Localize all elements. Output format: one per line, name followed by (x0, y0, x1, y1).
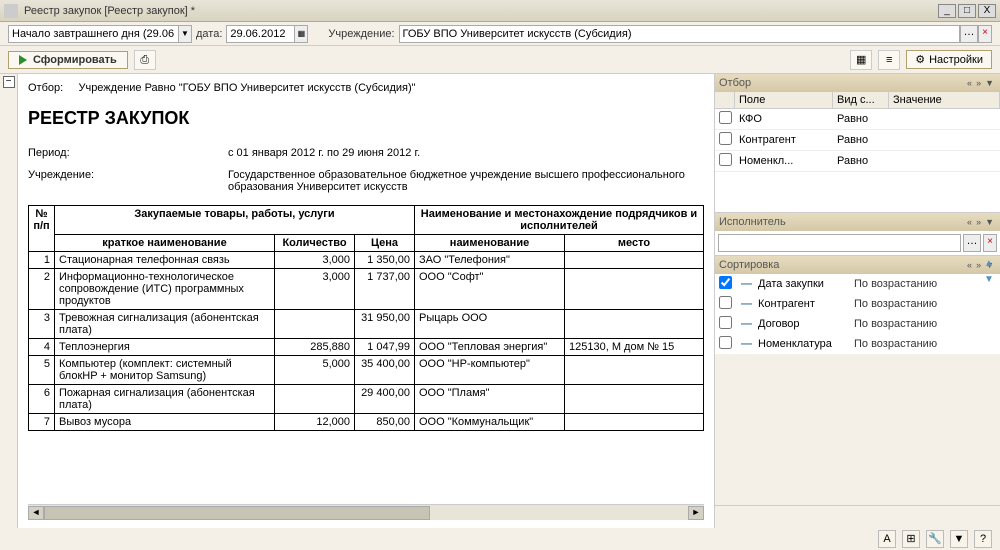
table-row[interactable]: 1Стационарная телефонная связь3,0001 350… (29, 252, 704, 269)
grid-button[interactable]: ▦ (850, 50, 872, 70)
filter-checkbox[interactable] (719, 132, 732, 145)
executor-clear-button[interactable]: × (983, 234, 997, 252)
date-dropdown[interactable]: ▦ (294, 25, 308, 43)
scroll-left[interactable]: ◄ (28, 506, 44, 520)
scroll-thumb[interactable] (44, 506, 430, 520)
sort-panel-header[interactable]: Сортировка «»▼ (715, 256, 1000, 274)
sort-row[interactable]: —КонтрагентПо возрастанию (715, 294, 1000, 314)
tool-2[interactable]: ⊞ (902, 530, 920, 548)
chevron-left-icon[interactable]: « (965, 78, 974, 88)
col-loc: место (565, 235, 704, 252)
inst-value: Государственное образовательное бюджетно… (228, 169, 704, 193)
titlebar: Реестр закупок [Реестр закупок] * _ □ X (0, 0, 1000, 22)
filter-row[interactable]: Номенкл...Равно (715, 151, 1000, 172)
gear-icon: ⚙ (915, 53, 925, 66)
report-scrollbar-horizontal[interactable]: ◄ ► (28, 504, 704, 520)
sort-checkbox[interactable] (719, 316, 732, 329)
sort-row[interactable]: —ДоговорПо возрастанию (715, 314, 1000, 334)
filter-panel-header[interactable]: Отбор « » ▼ (715, 74, 1000, 92)
report-table: № п/п Закупаемые товары, работы, услуги … (28, 205, 704, 431)
col-suppliers: Наименование и местонахождение подрядчик… (415, 206, 704, 235)
status-toolbar: A ⊞ 🔧 ▼ ? (878, 530, 992, 548)
sort-row[interactable]: —НоменклатураПо возрастанию (715, 334, 1000, 354)
collapse-toggle[interactable]: − (3, 76, 15, 88)
tool-3[interactable]: 🔧 (926, 530, 944, 548)
tool-1[interactable]: A (878, 530, 896, 548)
date-label: дата: (196, 28, 222, 40)
scroll-right[interactable]: ► (688, 506, 704, 520)
settings-label: Настройки (929, 54, 983, 66)
table-row[interactable]: 4Теплоэнергия285,8801 047,99ООО "Теплова… (29, 339, 704, 356)
col-no: № п/п (29, 206, 55, 252)
start-day-combo[interactable] (8, 25, 178, 43)
window-title: Реестр закупок [Реестр закупок] * (24, 5, 938, 17)
col-supname: наименование (415, 235, 565, 252)
parameter-bar: ▼ дата: ▦ Учреждение: … × (0, 22, 1000, 46)
filter-row[interactable]: КФОРавно (715, 109, 1000, 130)
toolbar: Сформировать ⎙ ▦ ≡ ⚙ Настройки (0, 46, 1000, 74)
filter-text: Учреждение Равно "ГОБУ ВПО Университет и… (78, 82, 415, 94)
executor-input[interactable] (718, 234, 961, 252)
table-row[interactable]: 5Компьютер (комплект: системный блокHP +… (29, 356, 704, 385)
filter-checkbox[interactable] (719, 153, 732, 166)
report-area[interactable]: Отбор: Учреждение Равно "ГОБУ ВПО Универ… (18, 74, 714, 528)
institution-label: Учреждение: (328, 28, 394, 40)
minimize-button[interactable]: _ (938, 4, 956, 18)
print-button[interactable]: ⎙ (134, 50, 156, 70)
chevron-right-icon[interactable]: » (974, 78, 983, 88)
sort-move-down[interactable]: ▼ (982, 274, 996, 288)
play-icon (19, 55, 27, 65)
settings-panel: Отбор « » ▼ Поле Вид с... Значение КФОРа… (714, 74, 1000, 528)
col-qty: Количество (275, 235, 355, 252)
report-title: РЕЕСТР ЗАКУПОК (28, 108, 704, 129)
executor-panel-header[interactable]: Исполнитель «»▼ (715, 213, 1000, 231)
tool-4[interactable]: ▼ (950, 530, 968, 548)
executor-choose-button[interactable]: … (963, 234, 981, 252)
sort-row[interactable]: —Дата закупкиПо возрастанию (715, 274, 1000, 294)
filter-grid-header: Поле Вид с... Значение (715, 92, 1000, 109)
institution-input[interactable] (399, 25, 960, 43)
col-price: Цена (355, 235, 415, 252)
filter-prefix: Отбор: (28, 82, 63, 94)
period-label: Период: (28, 147, 228, 159)
sort-move-up[interactable]: ▲ (982, 258, 996, 272)
filter-checkbox[interactable] (719, 111, 732, 124)
run-report-button[interactable]: Сформировать (8, 51, 128, 69)
sort-checkbox[interactable] (719, 336, 732, 349)
date-input[interactable] (226, 25, 294, 43)
sort-checkbox[interactable] (719, 276, 732, 289)
table-row[interactable]: 6Пожарная сигнализация (абонентская плат… (29, 385, 704, 414)
sort-checkbox[interactable] (719, 296, 732, 309)
tool-5[interactable]: ? (974, 530, 992, 548)
run-label: Сформировать (33, 54, 117, 66)
outline-gutter: − (0, 74, 18, 528)
maximize-button[interactable]: □ (958, 4, 976, 18)
close-button[interactable]: X (978, 4, 996, 18)
inst-label: Учреждение: (28, 169, 228, 193)
app-icon (4, 4, 18, 18)
col-goods: Закупаемые товары, работы, услуги (55, 206, 415, 235)
start-day-dropdown[interactable]: ▼ (178, 25, 192, 43)
table-row[interactable]: 2Информационно-технологическое сопровожд… (29, 269, 704, 310)
period-value: с 01 января 2012 г. по 29 июня 2012 г. (228, 147, 704, 159)
view-button[interactable]: ≡ (878, 50, 900, 70)
institution-choose-button[interactable]: … (960, 25, 978, 43)
settings-button[interactable]: ⚙ Настройки (906, 50, 992, 69)
filter-row[interactable]: КонтрагентРавно (715, 130, 1000, 151)
table-row[interactable]: 7Вывоз мусора12,000850,00ООО "Коммунальщ… (29, 414, 704, 431)
institution-clear-button[interactable]: × (978, 25, 992, 43)
table-row[interactable]: 3Тревожная сигнализация (абонентская пла… (29, 310, 704, 339)
dropdown-icon[interactable]: ▼ (983, 78, 996, 88)
col-short: краткое наименование (55, 235, 275, 252)
